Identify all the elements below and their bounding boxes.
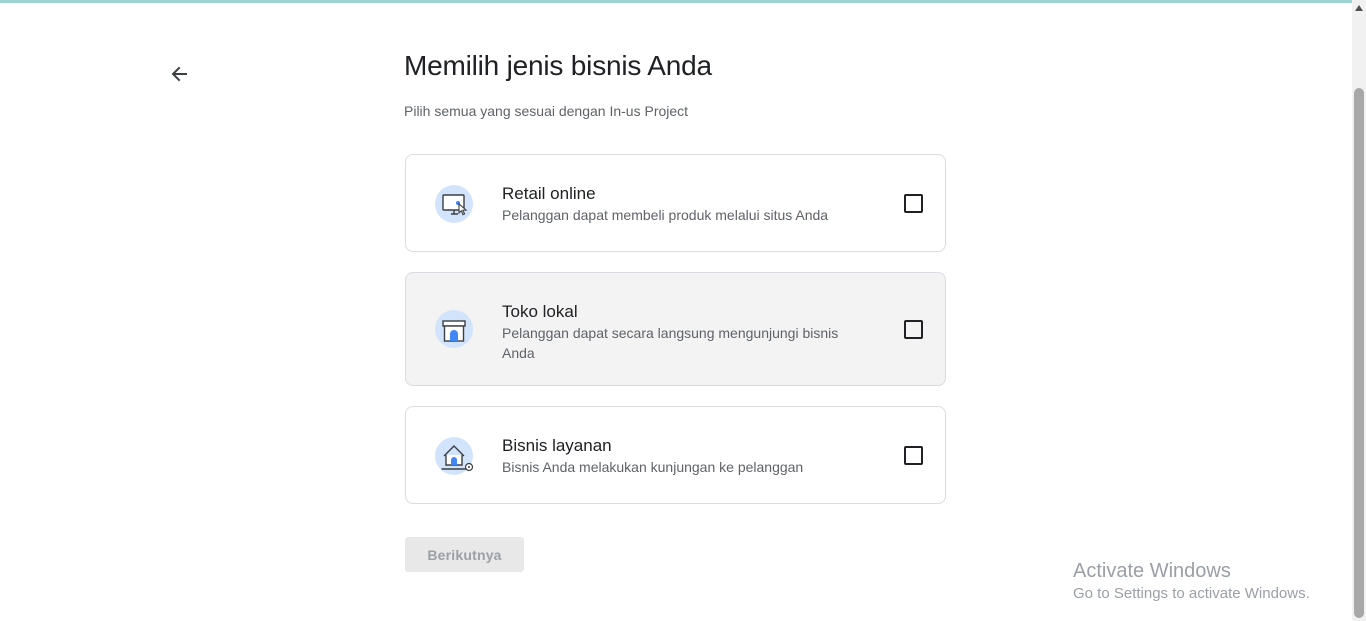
scroll-up-arrow-icon[interactable] bbox=[1355, 5, 1363, 11]
scrollbar-thumb[interactable] bbox=[1354, 88, 1364, 618]
top-loading-line bbox=[0, 0, 1352, 3]
house-location-icon bbox=[435, 437, 474, 475]
option-description: Bisnis Anda melakukan kunjungan ke pelan… bbox=[502, 459, 804, 475]
option-card-retail-online[interactable]: Retail online Pelanggan dapat membeli pr… bbox=[405, 154, 946, 252]
option-description: Pelanggan dapat membeli produk melalui s… bbox=[502, 207, 829, 223]
option-description: Pelanggan dapat secara langsung mengunju… bbox=[502, 325, 839, 361]
page-subtitle: Pilih semua yang sesuai dengan In-us Pro… bbox=[404, 103, 689, 119]
arrow-left-icon bbox=[171, 66, 187, 82]
back-button[interactable] bbox=[166, 61, 192, 87]
bisnis-layanan-checkbox[interactable] bbox=[904, 446, 923, 465]
windows-activation-watermark: Activate Windows Go to Settings to activ… bbox=[1073, 559, 1310, 605]
monitor-cursor-icon bbox=[435, 185, 473, 223]
watermark-title: Activate Windows bbox=[1073, 560, 1231, 582]
page-title: Memilih jenis bisnis Anda bbox=[404, 50, 712, 81]
option-card-bisnis-layanan[interactable]: Bisnis layanan Bisnis Anda melakukan kun… bbox=[405, 406, 946, 504]
retail-online-checkbox[interactable] bbox=[904, 194, 923, 213]
option-card-toko-lokal[interactable]: Toko lokal Pelanggan dapat secara langsu… bbox=[405, 272, 946, 386]
toko-lokal-checkbox[interactable] bbox=[904, 320, 923, 339]
option-name: Bisnis layanan bbox=[502, 436, 612, 455]
vertical-scrollbar[interactable] bbox=[1352, 0, 1366, 621]
watermark-subtitle: Go to Settings to activate Windows. bbox=[1073, 585, 1310, 602]
storefront-icon bbox=[435, 310, 473, 348]
option-name: Retail online bbox=[502, 184, 596, 203]
next-button[interactable]: Berikutnya bbox=[405, 537, 524, 572]
option-name: Toko lokal bbox=[502, 302, 578, 321]
